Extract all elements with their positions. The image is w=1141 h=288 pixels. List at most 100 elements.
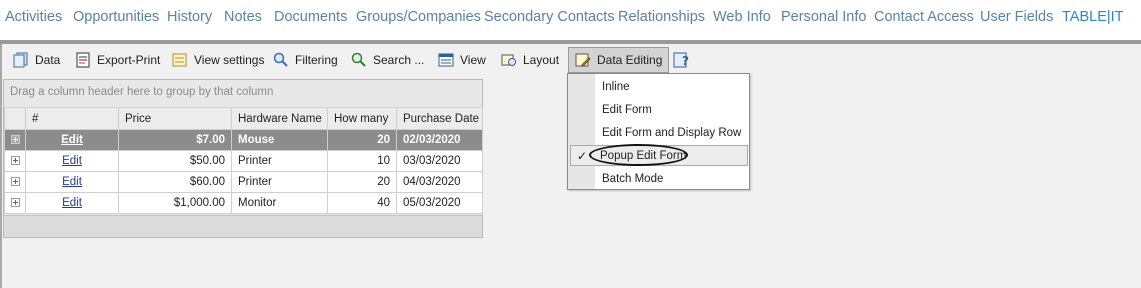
- layout-label: Layout: [523, 53, 560, 67]
- expand-icon[interactable]: [11, 135, 20, 145]
- price-cell: $60.00: [118, 171, 232, 193]
- menu-item-edit-form-and-display-row[interactable]: Edit Form and Display Row: [569, 123, 748, 144]
- tab-groups-companies[interactable]: Groups/Companies: [356, 9, 481, 25]
- expand-icon[interactable]: [11, 177, 20, 187]
- price-cell: $7.00: [118, 129, 232, 151]
- search-icon: [351, 52, 366, 67]
- export-print-label: Export-Print: [97, 53, 161, 67]
- column-header-number[interactable]: #: [25, 107, 119, 130]
- table-row[interactable]: Edit $60.00 Printer 20 04/03/2020: [4, 171, 483, 193]
- search-button[interactable]: Search ...: [351, 48, 424, 72]
- expand-icon[interactable]: [11, 156, 20, 166]
- view-settings-icon: [172, 53, 187, 67]
- edit-link[interactable]: Edit: [61, 134, 83, 146]
- table-row[interactable]: Edit $1,000.00 Monitor 40 05/03/2020: [4, 192, 483, 214]
- tab-personal-info[interactable]: Personal Info: [781, 9, 866, 25]
- hardware-name-cell: Mouse: [231, 129, 328, 151]
- column-header-how-many[interactable]: How many: [327, 107, 397, 130]
- tab-secondary-contacts[interactable]: Secondary Contacts: [484, 9, 615, 25]
- filtering-button[interactable]: Filtering: [273, 48, 338, 72]
- edit-cell: Edit: [25, 129, 119, 151]
- tab-user-fields[interactable]: User Fields: [980, 9, 1053, 25]
- how-many-cell: 10: [327, 150, 397, 172]
- data-editing-menu: Inline Edit Form Edit Form and Display R…: [567, 73, 750, 190]
- help-icon: ?: [673, 52, 689, 68]
- data-button[interactable]: Data: [13, 48, 60, 72]
- expand-icon[interactable]: [11, 198, 20, 208]
- svg-text:?: ?: [682, 54, 689, 68]
- header-row: # Price Hardware Name How many Purchase …: [4, 107, 483, 130]
- purchase-date-cell: 04/03/2020: [396, 171, 483, 193]
- view-button[interactable]: View: [438, 48, 486, 72]
- data-label: Data: [35, 53, 61, 67]
- grid-table: # Price Hardware Name How many Purchase …: [4, 107, 483, 214]
- data-editing-button[interactable]: Data Editing: [568, 47, 670, 73]
- group-panel: Drag a column header here to group by th…: [4, 80, 482, 107]
- edit-link[interactable]: Edit: [62, 176, 82, 188]
- help-button[interactable]: ?: [673, 48, 697, 72]
- menu-item-label: Inline: [602, 81, 630, 93]
- layout-icon: [501, 54, 516, 66]
- table-row[interactable]: Edit $50.00 Printer 10 03/03/2020: [4, 150, 483, 172]
- tab-contact-access[interactable]: Contact Access: [874, 9, 974, 25]
- data-grid: Drag a column header here to group by th…: [3, 79, 483, 238]
- menu-item-batch-mode[interactable]: Batch Mode: [569, 169, 748, 190]
- hardware-name-cell: Monitor: [231, 192, 328, 214]
- filtering-label: Filtering: [295, 53, 338, 67]
- table-row[interactable]: Edit $7.00 Mouse 20 02/03/2020: [4, 129, 483, 151]
- tab-history[interactable]: History: [167, 9, 212, 25]
- tab-tableit[interactable]: TABLE|IT: [1062, 9, 1124, 25]
- hardware-name-cell: Printer: [231, 171, 328, 193]
- toolbar: Data Export-Print View settings Filterin…: [0, 44, 1141, 76]
- row-expander[interactable]: [4, 150, 26, 172]
- menu-item-edit-form[interactable]: Edit Form: [569, 100, 748, 121]
- column-header-price[interactable]: Price: [118, 107, 232, 130]
- edit-cell: Edit: [25, 192, 119, 214]
- export-print-button[interactable]: Export-Print: [75, 48, 160, 72]
- edit-link[interactable]: Edit: [62, 155, 82, 167]
- tab-documents[interactable]: Documents: [274, 9, 347, 25]
- view-icon: [438, 53, 454, 67]
- purchase-date-cell: 05/03/2020: [396, 192, 483, 214]
- export-print-icon: [76, 52, 90, 68]
- row-expander[interactable]: [4, 171, 26, 193]
- row-expander[interactable]: [4, 192, 26, 214]
- layout-button[interactable]: Layout: [501, 48, 559, 72]
- how-many-cell: 40: [327, 192, 397, 214]
- tab-notes[interactable]: Notes: [224, 9, 262, 25]
- how-many-cell: 20: [327, 129, 397, 151]
- filtering-icon: [273, 52, 288, 67]
- view-settings-button[interactable]: View settings: [172, 48, 264, 72]
- menu-item-popup-edit-form[interactable]: ✓ Popup Edit Form: [570, 144, 748, 166]
- view-settings-label: View settings: [194, 53, 265, 67]
- purchase-date-cell: 03/03/2020: [396, 150, 483, 172]
- tab-web-info[interactable]: Web Info: [713, 9, 771, 25]
- hardware-name-cell: Printer: [231, 150, 328, 172]
- menu-item-label: Batch Mode: [602, 173, 664, 185]
- data-editing-icon: [575, 53, 591, 67]
- price-cell: $1,000.00: [118, 192, 232, 214]
- purchase-date-cell: 02/03/2020: [396, 129, 483, 151]
- edit-cell: Edit: [25, 150, 119, 172]
- row-expander[interactable]: [4, 129, 26, 151]
- tab-relationships[interactable]: Relationships: [618, 9, 705, 25]
- tab-opportunities[interactable]: Opportunities: [73, 9, 159, 25]
- menu-item-inline[interactable]: Inline: [569, 77, 748, 98]
- view-label: View: [460, 53, 486, 67]
- search-label: Search ...: [373, 53, 425, 67]
- menu-item-label: Edit Form: [602, 104, 652, 116]
- grid-footer: [4, 215, 482, 237]
- edit-link[interactable]: Edit: [62, 197, 82, 209]
- tab-activities[interactable]: Activities: [5, 9, 62, 25]
- price-cell: $50.00: [118, 150, 232, 172]
- column-header-purchase-date[interactable]: Purchase Date: [396, 107, 483, 130]
- menu-item-label: Popup Edit Form: [600, 150, 687, 162]
- data-editing-label: Data Editing: [597, 53, 663, 67]
- column-header-hardware-name[interactable]: Hardware Name: [231, 107, 328, 130]
- check-icon: ✓: [577, 149, 588, 163]
- top-navigation: Activities Opportunities History Notes D…: [0, 0, 1141, 38]
- data-icon: [13, 52, 28, 68]
- edit-cell: Edit: [25, 171, 119, 193]
- header-expander-cell: [4, 107, 26, 130]
- menu-item-label: Edit Form and Display Row: [602, 127, 742, 139]
